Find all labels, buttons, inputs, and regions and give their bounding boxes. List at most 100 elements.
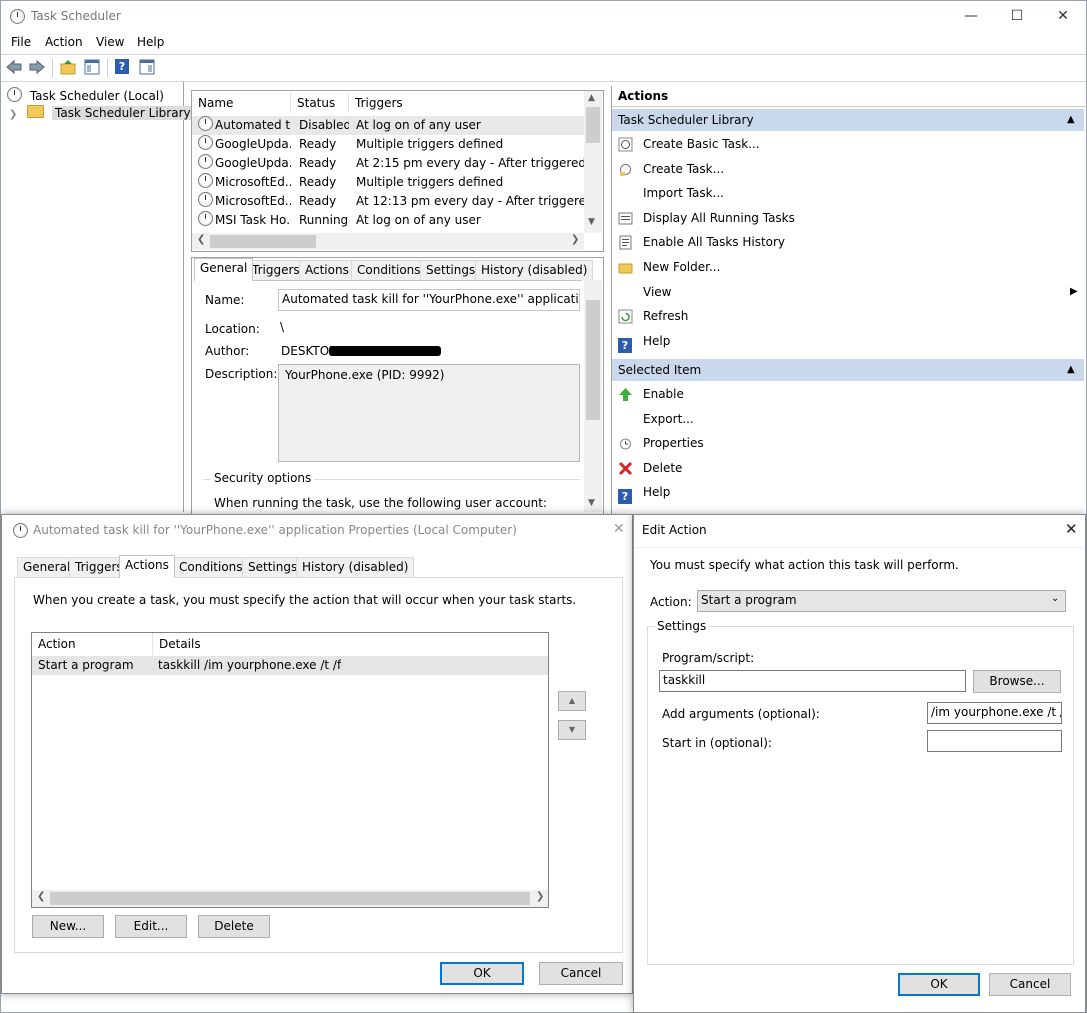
move-up-button[interactable]: ▲ xyxy=(558,691,586,711)
action-item[interactable]: Enable All Tasks History xyxy=(612,230,1084,254)
action-item[interactable]: Enable xyxy=(612,382,1084,406)
tree-root[interactable]: Task Scheduler (Local) xyxy=(7,87,164,103)
name-field[interactable]: Automated task kill for ''YourPhone.exe'… xyxy=(278,289,580,311)
section-task-scheduler-library[interactable]: Task Scheduler Library ▲ xyxy=(612,109,1084,131)
forward-icon[interactable] xyxy=(29,59,45,75)
action-item[interactable]: Export... xyxy=(612,407,1084,431)
section-selected-item[interactable]: Selected Item ▲ xyxy=(612,359,1084,381)
action-item[interactable]: Import Task... xyxy=(612,181,1084,205)
edit-action-button[interactable]: Edit... xyxy=(115,915,187,938)
column-details[interactable]: Details xyxy=(153,633,548,655)
import-task-icon xyxy=(618,185,633,200)
properties-cancel-button[interactable]: Cancel xyxy=(539,962,623,985)
edit-cancel-button[interactable]: Cancel xyxy=(989,973,1071,996)
action-item[interactable]: Properties xyxy=(612,431,1084,455)
task-list-hscroll[interactable]: ❮ ❯ xyxy=(192,233,584,250)
action-item[interactable]: View ▶ xyxy=(612,280,1084,304)
detail-vscroll[interactable]: ▼ xyxy=(584,280,602,512)
table-row[interactable]: MicrosoftEd... Ready Multiple triggers def… xyxy=(192,173,584,192)
scroll-thumb[interactable] xyxy=(586,300,600,420)
close-button[interactable]: ✕ xyxy=(1040,1,1086,31)
menu-file[interactable]: File xyxy=(11,35,31,49)
show-hide-action-pane-icon[interactable] xyxy=(139,59,155,75)
scroll-up-icon[interactable]: ▲ xyxy=(588,93,595,103)
action-item[interactable]: Create Task... xyxy=(612,157,1084,181)
action-item[interactable]: Refresh xyxy=(612,304,1084,328)
start-in-input[interactable] xyxy=(927,730,1062,752)
menu-help[interactable]: Help xyxy=(137,35,164,49)
scroll-down-icon[interactable]: ▼ xyxy=(588,498,595,508)
console-tree: Task Scheduler (Local) ❯ Task Scheduler … xyxy=(1,82,194,512)
collapse-up-icon[interactable]: ▲ xyxy=(1067,109,1075,131)
tree-library[interactable]: ❯ Task Scheduler Library xyxy=(9,105,194,120)
action-item[interactable]: Display All Running Tasks xyxy=(612,206,1084,230)
scroll-right-icon[interactable]: ❯ xyxy=(536,891,544,902)
scroll-thumb[interactable] xyxy=(50,892,530,905)
tab-conditions[interactable]: Conditions xyxy=(173,557,249,577)
tab-triggers[interactable]: Triggers xyxy=(246,260,306,280)
scroll-down-icon[interactable]: ▼ xyxy=(588,217,595,227)
chevron-right-icon[interactable]: ❯ xyxy=(9,109,17,120)
table-row[interactable]: MSI Task Ho... Running At log on of any us… xyxy=(192,211,584,230)
scroll-right-icon[interactable]: ❯ xyxy=(571,234,579,245)
edit-ok-button[interactable]: OK xyxy=(898,973,980,996)
program-script-label: Program/script: xyxy=(662,651,755,665)
tab-conditions[interactable]: Conditions xyxy=(351,260,427,280)
move-down-button[interactable]: ▼ xyxy=(558,720,586,740)
create-basic-task-icon xyxy=(618,136,633,152)
action-type-select[interactable]: Start a program ⌄ xyxy=(697,590,1066,612)
delete-action-button[interactable]: Delete xyxy=(198,915,270,938)
description-field[interactable]: YourPhone.exe (PID: 9992) xyxy=(278,364,580,462)
tab-settings[interactable]: Settings xyxy=(242,557,304,577)
show-hide-tree-icon[interactable] xyxy=(84,59,100,75)
action-type-value: Start a program xyxy=(701,593,797,607)
scroll-thumb[interactable] xyxy=(210,235,316,248)
column-status[interactable]: Status xyxy=(291,93,349,113)
minimize-button[interactable]: — xyxy=(948,1,994,31)
scroll-thumb[interactable] xyxy=(586,107,600,143)
action-item[interactable]: ? Help xyxy=(612,329,1084,353)
close-icon[interactable]: ✕ xyxy=(613,521,625,537)
table-row[interactable]: GoogleUpda... Ready Multiple triggers defi… xyxy=(192,135,584,154)
table-row[interactable]: Start a program taskkill /im yourphone.e… xyxy=(32,656,548,675)
maximize-button[interactable]: ☐ xyxy=(994,1,1040,31)
tab-general[interactable]: General xyxy=(194,258,254,281)
close-icon[interactable]: ✕ xyxy=(1065,520,1078,538)
task-status-cell: Running xyxy=(299,213,349,227)
action-item[interactable]: New Folder... xyxy=(612,255,1084,279)
action-item[interactable]: Delete xyxy=(612,456,1084,480)
column-triggers[interactable]: Triggers xyxy=(349,93,584,113)
browse-button[interactable]: Browse... xyxy=(973,670,1061,693)
actions-tab-content: When you create a task, you must specify… xyxy=(14,577,623,953)
new-action-button[interactable]: New... xyxy=(32,915,104,938)
back-icon[interactable] xyxy=(6,59,22,75)
task-list-vscroll[interactable]: ▲ ▼ xyxy=(584,91,602,233)
table-row[interactable]: GoogleUpda... Ready At 2:15 pm every day -… xyxy=(192,154,584,173)
table-row[interactable]: Automated t... Disabled At log on of any u… xyxy=(192,116,584,135)
scroll-left-icon[interactable]: ❮ xyxy=(197,234,205,245)
actions-list-hscroll[interactable]: ❮ ❯ xyxy=(32,890,548,907)
tab-settings[interactable]: Settings xyxy=(420,260,482,280)
menu-view[interactable]: View xyxy=(96,35,124,49)
collapse-up-icon[interactable]: ▲ xyxy=(1067,359,1075,381)
tab-history[interactable]: History (disabled) xyxy=(296,557,415,577)
properties-icon xyxy=(618,435,633,450)
tab-history[interactable]: History (disabled) xyxy=(475,260,594,280)
action-item[interactable]: Create Basic Task... xyxy=(612,132,1084,156)
tab-actions[interactable]: Actions xyxy=(299,260,355,280)
properties-ok-button[interactable]: OK xyxy=(440,962,524,985)
action-item-label: Enable xyxy=(643,387,684,401)
scroll-left-icon[interactable]: ❮ xyxy=(37,891,45,902)
column-action[interactable]: Action xyxy=(32,633,153,655)
program-script-input[interactable]: taskkill xyxy=(659,670,966,692)
action-item[interactable]: ? Help xyxy=(612,480,1084,505)
up-folder-icon[interactable] xyxy=(60,59,76,75)
help-icon[interactable]: ? xyxy=(115,59,129,74)
menu-action[interactable]: Action xyxy=(45,35,83,49)
tab-actions[interactable]: Actions xyxy=(119,555,175,578)
add-arguments-input[interactable]: /im yourphone.exe /t /f xyxy=(927,702,1062,724)
table-row[interactable]: MicrosoftEd... Ready At 12:13 pm every day… xyxy=(192,192,584,211)
column-name[interactable]: Name xyxy=(192,93,291,113)
task-scheduler-icon xyxy=(10,9,25,24)
tab-general[interactable]: General xyxy=(17,557,77,577)
